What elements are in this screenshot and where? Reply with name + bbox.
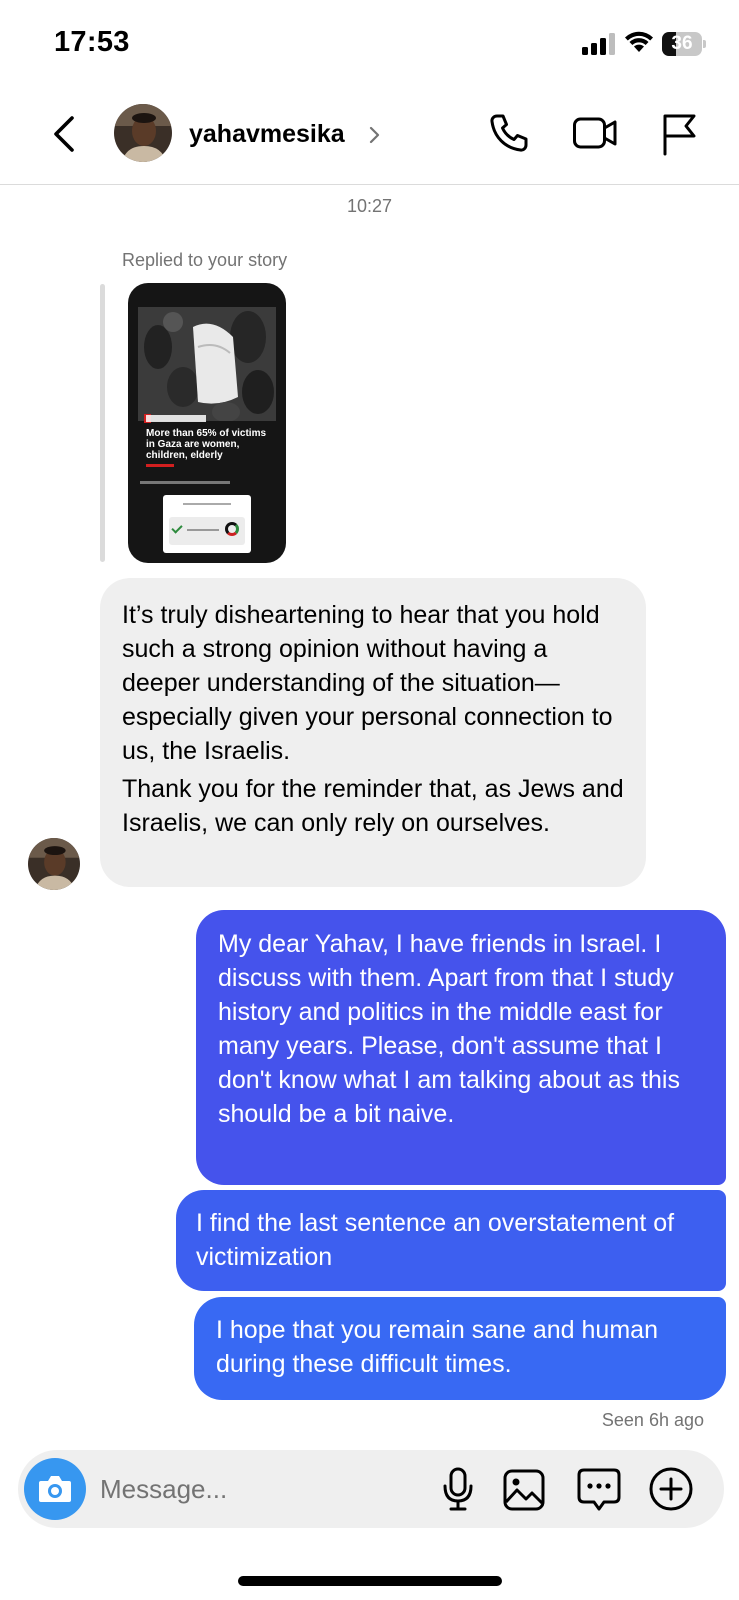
home-indicator [238, 1576, 502, 1586]
incoming-message-bubble[interactable]: It’s truly disheartening to hear that yo… [100, 578, 646, 887]
battery-level: 36 [671, 33, 693, 54]
username[interactable]: yahavmesika [189, 120, 345, 149]
image-icon[interactable] [502, 1468, 546, 1512]
story-reply-label: Replied to your story [122, 250, 288, 270]
story-thumbnail[interactable]: More than 65% of victims in Gaza are wom… [128, 283, 286, 563]
message-input[interactable] [100, 1466, 400, 1512]
camera-icon [39, 1476, 71, 1502]
message-paragraph: It’s truly disheartening to hear that yo… [122, 601, 613, 765]
battery-icon: 36 [662, 32, 706, 56]
chat-header: yahavmesika [0, 92, 739, 185]
reply-indicator-bar [100, 284, 105, 562]
status-bar: 17:53 36 [0, 0, 739, 92]
wifi-icon [625, 31, 653, 52]
seen-status: Seen 6h ago [601, 1410, 704, 1430]
phone-icon[interactable] [488, 112, 530, 154]
message-timestamp: 10:27 [346, 196, 393, 216]
camera-button[interactable] [24, 1458, 86, 1520]
story-link-card [163, 495, 251, 553]
chevron-left-icon[interactable] [46, 112, 82, 156]
flag-icon[interactable] [660, 112, 698, 156]
story-photo [138, 307, 276, 421]
plus-circle-icon[interactable] [648, 1466, 694, 1512]
avatar[interactable] [114, 104, 172, 162]
outgoing-message-bubble[interactable]: I hope that you remain sane and human du… [194, 1297, 726, 1400]
cellular-signal-icon [582, 33, 615, 55]
chevron-right-icon[interactable] [368, 124, 382, 146]
outgoing-message-bubble[interactable]: My dear Yahav, I have friends in Israel.… [196, 910, 726, 1185]
microphone-icon[interactable] [438, 1466, 478, 1512]
status-time: 17:53 [54, 26, 130, 58]
message-paragraph: Thank you for the reminder that, as Jews… [122, 775, 624, 837]
message-bubble-icon[interactable] [576, 1466, 622, 1512]
sender-avatar[interactable] [28, 838, 80, 890]
story-headline: More than 65% of victims in Gaza are wom… [146, 428, 267, 461]
message-composer [18, 1450, 724, 1528]
video-camera-icon[interactable] [572, 114, 618, 152]
outgoing-message-bubble[interactable]: I find the last sentence an overstatemen… [176, 1190, 726, 1291]
